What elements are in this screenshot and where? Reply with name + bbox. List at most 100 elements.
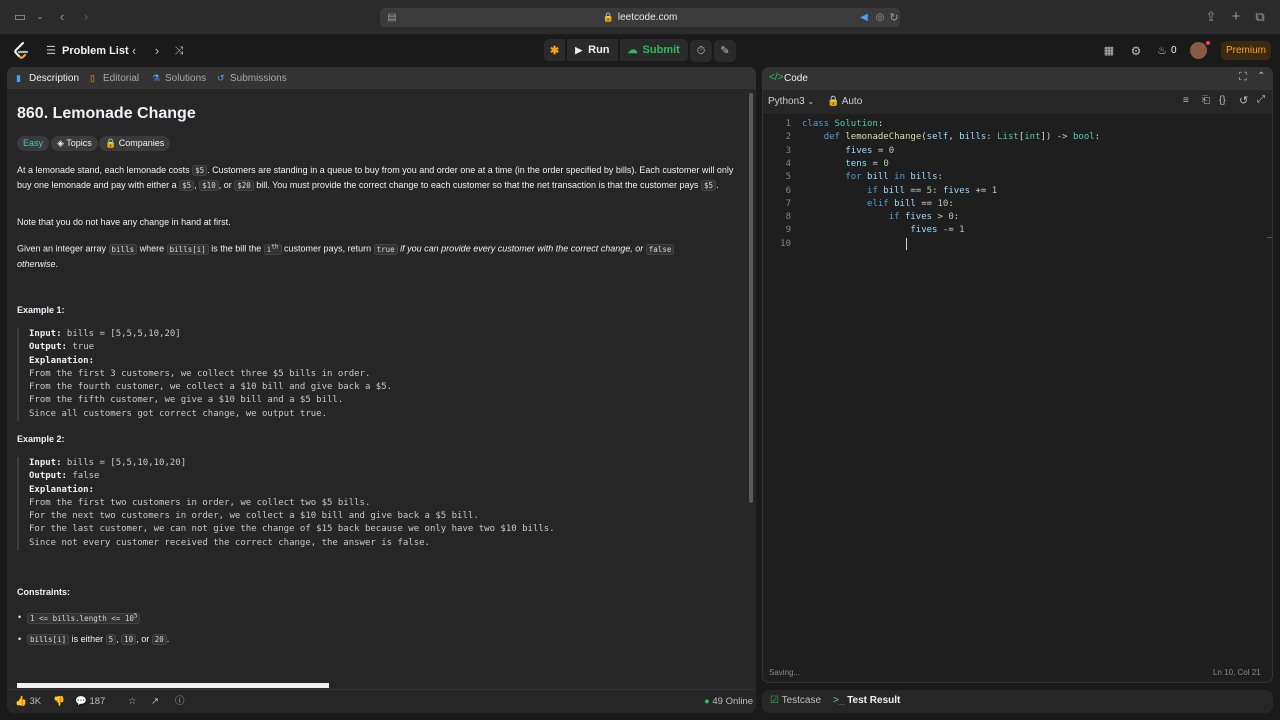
document-icon: ▮ bbox=[16, 73, 21, 83]
new-tab-icon[interactable]: + bbox=[1228, 9, 1244, 25]
gear-icon[interactable]: ⚙ bbox=[1128, 42, 1144, 60]
run-label: Run bbox=[588, 44, 610, 56]
forward-icon[interactable]: › bbox=[78, 9, 94, 25]
companies-label: Companies bbox=[118, 138, 165, 148]
chevron-down-icon[interactable]: ⌄ bbox=[32, 9, 48, 25]
address-bar[interactable]: 🔒 leetcode.com bbox=[380, 8, 900, 27]
braces-icon[interactable]: {} bbox=[1219, 95, 1226, 106]
console-tabs: ☑ Testcase >_ Test Result bbox=[762, 690, 1273, 713]
shuffle-icon[interactable]: ⤨ bbox=[171, 42, 187, 60]
example-2-block: Input: bills = [5,5,10,10,20] Output: fa… bbox=[17, 457, 617, 551]
description-panel: ▮ Description ▯ Editorial ⚗ Solutions ↺ Subm… bbox=[7, 67, 756, 713]
code-editor[interactable]: 1 class Solution: 2 def lemonadeChange(se… bbox=[763, 114, 1272, 664]
submit-button[interactable]: ☁ Submit bbox=[619, 39, 688, 61]
comment-icon: 💬 bbox=[75, 696, 90, 707]
cursor-position: Ln 10, Col 21 bbox=[1213, 668, 1261, 677]
constraints-title: Constraints: bbox=[17, 587, 71, 597]
streak-count: 0 bbox=[1171, 45, 1177, 56]
url-text: leetcode.com bbox=[617, 12, 678, 23]
timer-icon[interactable]: ⏱ bbox=[690, 40, 712, 62]
history-icon: ↺ bbox=[217, 73, 225, 83]
share-icon[interactable]: ⇪ bbox=[1203, 9, 1219, 25]
language-label: Python3 bbox=[768, 96, 805, 107]
difficulty-badge[interactable]: Easy bbox=[17, 136, 50, 151]
star-icon[interactable]: ☆ bbox=[128, 695, 137, 709]
tag-icon: ◈ bbox=[57, 138, 67, 148]
comments-button[interactable]: 💬 187 bbox=[75, 695, 105, 709]
code-panel-header: </> Code ⛶ ⌃ bbox=[763, 68, 1272, 90]
testcase-label: Testcase bbox=[781, 695, 822, 706]
help-icon[interactable]: ⓘ bbox=[175, 695, 185, 709]
companies-tag[interactable]: 🔒 Companies bbox=[99, 136, 171, 151]
description-scrollbar[interactable] bbox=[749, 93, 753, 503]
code-line: 8 if fives > 0: bbox=[785, 212, 960, 223]
problem-paragraph-2: Note that you do not have any change in … bbox=[17, 217, 231, 227]
like-button[interactable]: 👍 3K bbox=[15, 695, 41, 709]
code-line: 5 for bill in bills: bbox=[785, 172, 943, 183]
auto-mode[interactable]: 🔒 Auto bbox=[827, 96, 862, 107]
cloud-upload-icon: ☁ bbox=[627, 44, 638, 56]
code-line: 6 if bill == 5: fives += 1 bbox=[785, 185, 998, 196]
thumbs-down-icon: 👎 bbox=[53, 696, 65, 707]
leetcode-navbar: ☰ Problem List ‹ › ⤨ ✱ ▶ Run ☁ Submit ⏱ … bbox=[0, 35, 1280, 67]
debug-button[interactable]: ✱ bbox=[544, 39, 566, 61]
dislike-button[interactable]: 👎 bbox=[53, 695, 65, 709]
collapse-icon[interactable]: ⌃ bbox=[1257, 71, 1265, 82]
avatar[interactable] bbox=[1190, 42, 1207, 59]
back-icon[interactable]: ‹ bbox=[54, 9, 70, 25]
streak-fire-icon[interactable]: ♨ bbox=[1154, 42, 1170, 60]
code-line: 3 fives = 0 bbox=[785, 145, 895, 156]
audio-icon[interactable]: ◀ bbox=[856, 10, 872, 26]
list-icon[interactable]: ☰ bbox=[43, 42, 59, 60]
flask-icon: ⚗ bbox=[152, 73, 161, 83]
language-select[interactable]: Python3 ⌄ bbox=[768, 96, 814, 107]
prev-problem-icon[interactable]: ‹ bbox=[126, 42, 142, 60]
tab-editorial[interactable]: ▯ Editorial bbox=[90, 71, 139, 85]
save-status: Saving... bbox=[769, 668, 801, 677]
layout-grid-icon[interactable]: ▦ bbox=[1101, 42, 1117, 60]
tab-label: Description bbox=[29, 73, 80, 84]
tab-label: Submissions bbox=[230, 73, 287, 84]
run-submit-group: ✱ ▶ Run ☁ Submit bbox=[544, 39, 688, 63]
note-icon[interactable]: ✎ bbox=[714, 40, 736, 62]
description-tabs: ▮ Description ▯ Editorial ⚗ Solutions ↺ Subm… bbox=[7, 67, 756, 89]
bookmark-icon[interactable]: ⎗ bbox=[1202, 95, 1210, 106]
lock-icon: 🔒 bbox=[602, 12, 614, 22]
problem-paragraph-1: At a lemonade stand, each lemonade costs… bbox=[17, 165, 734, 191]
code-line: 2 def lemonadeChange(self, bills: List[i… bbox=[785, 132, 1101, 143]
book-icon: ▯ bbox=[90, 73, 95, 83]
code-line: 9 fives -= 1 bbox=[785, 225, 965, 236]
leetcode-logo-icon[interactable] bbox=[12, 41, 30, 61]
code-line: 1 class Solution: bbox=[785, 119, 884, 129]
code-line: 4 tens = 0 bbox=[785, 158, 889, 169]
premium-button[interactable]: Premium bbox=[1221, 41, 1271, 60]
reader-icon[interactable]: ▤ bbox=[384, 10, 400, 26]
bug-icon: ✱ bbox=[550, 44, 560, 57]
tab-label: Editorial bbox=[103, 73, 140, 84]
problem-list-link[interactable]: Problem List bbox=[62, 43, 129, 59]
tab-testcase[interactable]: ☑ Testcase bbox=[770, 695, 821, 706]
play-icon: ▶ bbox=[575, 44, 583, 55]
reset-icon[interactable]: ↺ bbox=[1239, 94, 1248, 107]
online-count: 49 Online bbox=[712, 696, 754, 707]
format-icon[interactable]: ≡ bbox=[1183, 95, 1189, 106]
run-button[interactable]: ▶ Run bbox=[567, 39, 618, 61]
tab-label: Solutions bbox=[165, 73, 207, 84]
problem-paragraph-3: Given an integer array bills where bills… bbox=[17, 240, 737, 271]
topics-tag[interactable]: ◈ Topics bbox=[51, 136, 98, 151]
maximize-icon[interactable]: ⛶ bbox=[1239, 71, 1247, 84]
share-icon[interactable]: ↗ bbox=[151, 695, 159, 709]
tab-description[interactable]: ▮ Description bbox=[16, 71, 79, 85]
fullscreen-icon[interactable]: ⤢ bbox=[1257, 94, 1265, 105]
tab-submissions[interactable]: ↺ Submissions bbox=[217, 71, 287, 85]
text-cursor bbox=[906, 238, 907, 250]
tabs-overview-icon[interactable]: ⧉ bbox=[1252, 9, 1268, 25]
overlay-bar bbox=[17, 683, 329, 688]
lock-icon: 🔒 bbox=[827, 96, 842, 107]
tab-test-result[interactable]: >_ Test Result bbox=[833, 695, 900, 706]
tab-solutions[interactable]: ⚗ Solutions bbox=[152, 71, 206, 85]
editor-scrollbar[interactable] bbox=[1267, 237, 1272, 238]
sidebar-toggle-icon[interactable]: ▭ bbox=[12, 9, 28, 25]
reload-icon[interactable]: ↻ bbox=[886, 10, 902, 26]
next-problem-icon[interactable]: › bbox=[149, 42, 165, 60]
